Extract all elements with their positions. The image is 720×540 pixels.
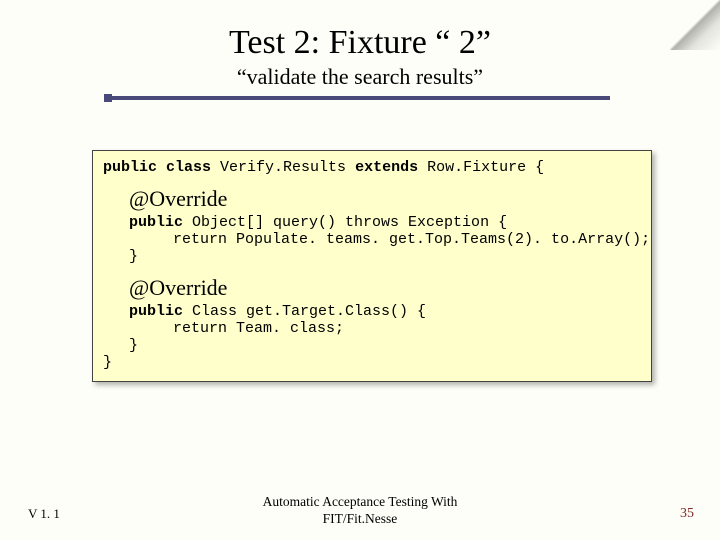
- corner-shadow: [670, 0, 720, 50]
- slide-title: Test 2: Fixture “ 2”: [0, 0, 720, 62]
- code-box: public class Verify.Results extends Row.…: [92, 150, 652, 382]
- method2-close: }: [103, 337, 641, 354]
- title-underline: [110, 96, 610, 100]
- class-name: Verify.Results: [220, 159, 346, 176]
- kw-public-class: public class: [103, 159, 220, 176]
- footer-line2: FIT/Fit.Nesse: [323, 511, 398, 526]
- override-annotation-1: @Override: [129, 186, 641, 212]
- method2-body: return Team. class;: [103, 320, 641, 337]
- method1-rest: Object[] query() throws Exception {: [192, 214, 507, 231]
- kw-extends: extends: [346, 159, 427, 176]
- code-class-decl: public class Verify.Results extends Row.…: [103, 159, 641, 176]
- slide: Test 2: Fixture “ 2” “validate the searc…: [0, 0, 720, 540]
- slide-subtitle: “validate the search results”: [0, 64, 720, 90]
- kw-public-1: public: [129, 214, 192, 231]
- method2-rest: Class get.Target.Class() {: [192, 303, 426, 320]
- extends-name: Row.Fixture {: [427, 159, 544, 176]
- class-close: }: [103, 354, 641, 371]
- method1-close: }: [103, 248, 641, 265]
- override-annotation-2: @Override: [129, 275, 641, 301]
- page-number: 35: [680, 506, 694, 522]
- footer-title: Automatic Acceptance Testing With FIT/Fi…: [0, 494, 720, 528]
- method2-sig: public Class get.Target.Class() {: [103, 303, 641, 320]
- kw-public-2: public: [129, 303, 192, 320]
- method1-sig: public Object[] query() throws Exception…: [103, 214, 641, 231]
- footer-line1: Automatic Acceptance Testing With: [263, 494, 458, 509]
- method1-body: return Populate. teams. get.Top.Teams(2)…: [103, 231, 641, 248]
